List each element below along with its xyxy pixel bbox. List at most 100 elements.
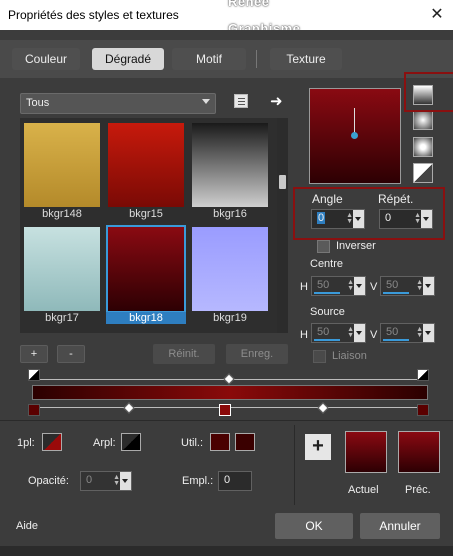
- swatch-label: bkgr17: [45, 312, 79, 324]
- centre-label: Centre: [310, 258, 344, 270]
- color-stop-middle[interactable]: [219, 404, 231, 416]
- source-v-slider[interactable]: [383, 339, 409, 341]
- link-checkbox[interactable]: [313, 350, 326, 363]
- source-h-slider[interactable]: [314, 339, 340, 341]
- remove-gradient-button[interactable]: -: [57, 345, 85, 363]
- background-label: Arpl:: [93, 437, 116, 449]
- user-color-swatch-1[interactable]: [210, 433, 230, 451]
- source-h-spinbox[interactable]: 50 ▲ ▼: [311, 323, 366, 343]
- opacity-stop-right[interactable]: [417, 369, 429, 381]
- dropdown-arrow-icon[interactable]: [423, 324, 434, 342]
- centre-v-value: 50: [386, 279, 399, 291]
- swatch-thumbnail: [192, 227, 268, 311]
- divider: [0, 420, 453, 421]
- swatch-label: bkgr148: [42, 208, 82, 220]
- tab-separator: [256, 50, 257, 68]
- tab-motif[interactable]: Motif: [172, 48, 246, 70]
- reset-button[interactable]: Réinit.: [153, 344, 215, 364]
- opacity-spinbox[interactable]: 0 ▲ ▼: [80, 471, 132, 491]
- location-spinbox[interactable]: 0: [218, 471, 252, 491]
- opacity-stop-left[interactable]: [28, 369, 40, 381]
- tab-couleur[interactable]: Couleur: [12, 48, 80, 70]
- add-to-library-button[interactable]: +: [305, 434, 331, 460]
- angle-center-dot[interactable]: [351, 132, 358, 139]
- source-v-label: V: [370, 329, 378, 341]
- swatch-bkgr18[interactable]: bkgr18: [106, 224, 186, 324]
- spin-arrows-icon[interactable]: ▲ ▼: [416, 279, 423, 292]
- foreground-label: 1pl:: [17, 437, 35, 449]
- swatch-bkgr148[interactable]: bkgr148: [22, 120, 102, 220]
- swatch-bkgr17[interactable]: bkgr17: [22, 224, 102, 324]
- close-icon[interactable]: ✕: [426, 4, 448, 26]
- current-label: Actuel: [348, 484, 379, 496]
- divider: [294, 425, 295, 505]
- source-h-label: H: [300, 329, 308, 341]
- ok-button[interactable]: OK: [275, 513, 353, 539]
- category-value: Tous: [26, 97, 50, 109]
- color-stop-right[interactable]: [417, 404, 429, 416]
- centre-h-label: H: [300, 281, 308, 293]
- dropdown-arrow-icon[interactable]: [423, 277, 434, 295]
- centre-v-slider[interactable]: [383, 292, 409, 294]
- cancel-button[interactable]: Annuler: [360, 513, 440, 539]
- spin-arrows-icon[interactable]: ▲ ▼: [347, 326, 354, 339]
- category-dropdown[interactable]: Tous: [20, 93, 216, 114]
- source-v-value: 50: [386, 326, 399, 338]
- add-gradient-button[interactable]: +: [20, 345, 48, 363]
- source-v-spinbox[interactable]: 50 ▲ ▼: [380, 323, 435, 343]
- user-color-swatch-2[interactable]: [235, 433, 255, 451]
- previous-gradient-preview[interactable]: [398, 431, 440, 473]
- spin-arrows-icon[interactable]: ▲ ▼: [113, 474, 120, 487]
- highlight-frame-style: [404, 72, 453, 112]
- sunburst-gradient-icon[interactable]: [413, 137, 433, 157]
- grid-scrollbar[interactable]: [277, 118, 288, 333]
- radial-gradient-icon[interactable]: [413, 163, 433, 183]
- background-swatch-icon[interactable]: [121, 433, 141, 451]
- tab-texture[interactable]: Texture: [270, 48, 342, 70]
- angle-indicator-line: [354, 108, 355, 134]
- foreground-swatch-icon[interactable]: [42, 433, 62, 451]
- gradient-bar[interactable]: [32, 385, 428, 400]
- save-button[interactable]: Enreg.: [226, 344, 288, 364]
- swatch-bkgr19[interactable]: bkgr19: [190, 224, 270, 324]
- color-stop-left[interactable]: [28, 404, 40, 416]
- source-label: Source: [310, 306, 345, 318]
- arrow-right-icon[interactable]: ➜: [270, 92, 283, 110]
- centre-v-spinbox[interactable]: 50 ▲ ▼: [380, 276, 435, 296]
- centre-h-spinbox[interactable]: 50 ▲ ▼: [311, 276, 366, 296]
- chevron-down-icon: [202, 99, 210, 104]
- current-gradient-preview: [345, 431, 387, 473]
- gradient-library-grid: bkgr148 bkgr15 bkgr16 bkgr17 bkgr18 bkgr…: [20, 118, 277, 333]
- swatch-thumbnail: [192, 123, 268, 207]
- swatch-label: bkgr18: [106, 312, 186, 324]
- centre-v-label: V: [370, 281, 378, 293]
- swatch-label: bkgr16: [213, 208, 247, 220]
- swatch-thumbnail: [24, 123, 100, 207]
- scrollbar-thumb[interactable]: [279, 175, 286, 189]
- taskbar-strip: [0, 546, 453, 556]
- user-color-label: Util.:: [181, 437, 203, 449]
- dropdown-arrow-icon[interactable]: [354, 324, 365, 342]
- centre-h-value: 50: [317, 279, 330, 291]
- location-label: Empl.:: [182, 475, 214, 487]
- help-link[interactable]: Aide: [16, 520, 38, 532]
- swatch-thumbnail: [108, 123, 184, 207]
- swatch-bkgr16[interactable]: bkgr16: [190, 120, 270, 220]
- invert-checkbox[interactable]: [317, 240, 330, 253]
- swatch-thumbnail: [106, 225, 186, 313]
- opacity-label: Opacité:: [28, 475, 69, 487]
- opacity-value: 0: [86, 474, 93, 486]
- tab-degrade[interactable]: Dégradé: [92, 48, 164, 70]
- library-list-icon[interactable]: [234, 94, 248, 108]
- watermark-line1: Renée: [228, 0, 270, 9]
- spin-arrows-icon[interactable]: ▲ ▼: [416, 326, 423, 339]
- rectangular-gradient-icon[interactable]: [413, 110, 433, 130]
- centre-h-slider[interactable]: [314, 292, 340, 294]
- source-h-value: 50: [317, 326, 330, 338]
- swatch-label: bkgr15: [129, 208, 163, 220]
- spin-arrows-icon[interactable]: ▲ ▼: [347, 279, 354, 292]
- swatch-bkgr15[interactable]: bkgr15: [106, 120, 186, 220]
- location-value: 0: [224, 474, 231, 486]
- dropdown-arrow-icon[interactable]: [120, 472, 131, 490]
- dropdown-arrow-icon[interactable]: [354, 277, 365, 295]
